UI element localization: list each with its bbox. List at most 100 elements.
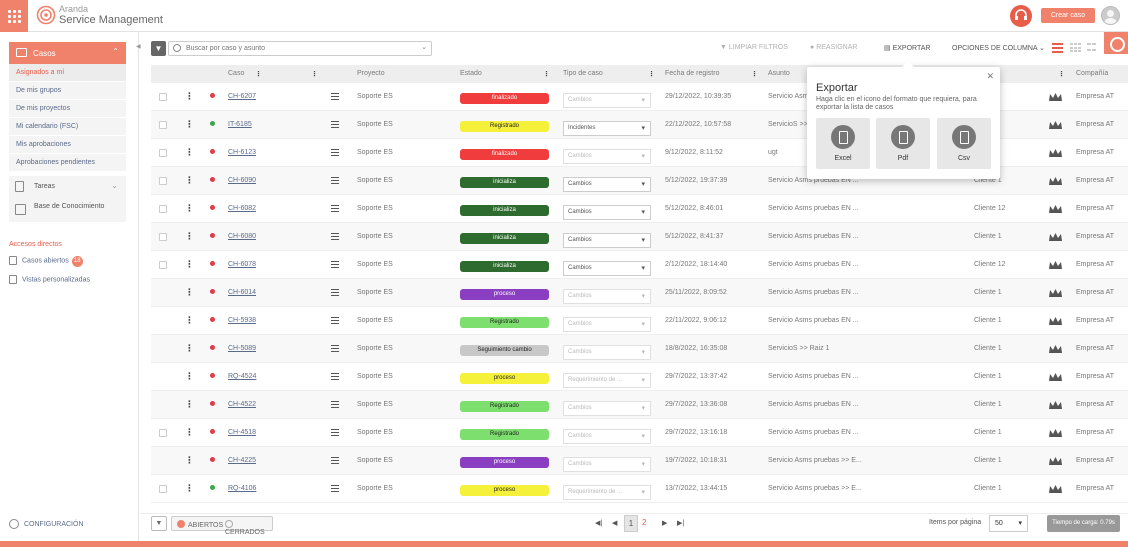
headset-icon[interactable] (1010, 5, 1032, 27)
clear-filters-button[interactable]: ▼ LIMPIAR FILTROS (720, 44, 788, 51)
column-header-proyecto[interactable]: Proyecto (357, 70, 385, 77)
detail-lines-icon[interactable] (331, 317, 339, 325)
case-type-select[interactable]: Cambios (563, 233, 651, 248)
row-menu-icon[interactable]: ⋮ (185, 343, 194, 354)
sidebar-item-base-conocimiento[interactable]: Base de Conocimiento (9, 198, 126, 222)
row-menu-icon[interactable]: ⋮ (185, 203, 194, 214)
export-button[interactable]: ▤ EXPORTAR (884, 44, 930, 52)
row-menu-icon[interactable]: ⋮ (185, 483, 194, 494)
detail-lines-icon[interactable] (331, 93, 339, 101)
case-link[interactable]: RQ-4106 (228, 485, 256, 492)
column-menu-icon[interactable]: ⋮ (255, 70, 262, 78)
sidebar-item-tareas[interactable]: Tareas ⌄ (9, 176, 126, 198)
table-row[interactable]: ⋮ CH-5089 Soporte ES Seguimiento cambio Camb… (151, 335, 1128, 363)
column-menu-icon[interactable]: ⋮ (311, 70, 318, 78)
column-header-estado[interactable]: Estado (460, 70, 482, 77)
row-checkbox[interactable] (159, 205, 167, 213)
case-link[interactable]: CH-6078 (228, 261, 256, 268)
case-link[interactable]: CH-4225 (228, 457, 256, 464)
case-link[interactable]: IT-6185 (228, 121, 252, 128)
chevron-down-icon[interactable]: ⌄ (421, 43, 427, 51)
column-header-caso[interactable]: Caso (228, 70, 244, 77)
column-menu-icon[interactable]: ⋮ (751, 70, 758, 78)
sidebar-item-asignados[interactable]: Asignados a mí (9, 64, 126, 82)
column-options-button[interactable]: OPCIONES DE COLUMNA ⌄ (952, 44, 1045, 52)
row-menu-icon[interactable]: ⋮ (185, 231, 194, 242)
detail-lines-icon[interactable] (331, 177, 339, 185)
row-checkbox[interactable] (159, 121, 167, 129)
filter-button[interactable]: ▼ (151, 41, 166, 56)
column-menu-icon[interactable]: ⋮ (1058, 70, 1065, 78)
search-box[interactable]: ⌄ (168, 41, 432, 56)
footer-filter-button[interactable]: ▼ (151, 516, 167, 531)
shortcut-open-cases[interactable]: Casos abiertos 18 (9, 256, 83, 268)
detail-lines-icon[interactable] (331, 457, 339, 465)
case-link[interactable]: CH-5938 (228, 317, 256, 324)
table-row[interactable]: ⋮ CH-6082 Soporte ES inicializa Cambios 5/12/… (151, 195, 1128, 223)
grid-view-icon[interactable] (1070, 43, 1081, 53)
sidebar-item-proyectos[interactable]: De mis proyectos (9, 100, 126, 118)
detail-lines-icon[interactable] (331, 289, 339, 297)
settings-link[interactable]: CONFIGURACIÓN (9, 519, 84, 529)
row-menu-icon[interactable]: ⋮ (185, 371, 194, 382)
list-view-icon[interactable] (1052, 43, 1063, 53)
case-type-select[interactable]: Cambios (563, 429, 651, 444)
detail-lines-icon[interactable] (331, 233, 339, 241)
column-header-asunto[interactable]: Asunto (768, 70, 790, 77)
next-page-icon[interactable]: ▶ (662, 519, 667, 527)
row-checkbox[interactable] (159, 93, 167, 101)
row-menu-icon[interactable]: ⋮ (185, 259, 194, 270)
case-link[interactable]: CH-6014 (228, 289, 256, 296)
detail-lines-icon[interactable] (331, 429, 339, 437)
reassign-button[interactable]: ● REASIGNAR (810, 44, 857, 51)
row-menu-icon[interactable]: ⋮ (185, 119, 194, 130)
detail-lines-icon[interactable] (331, 121, 339, 129)
row-checkbox[interactable] (159, 149, 167, 157)
table-row[interactable]: ⋮ CH-5938 Soporte ES Registrado Cambios 22/11… (151, 307, 1128, 335)
table-row[interactable]: ⋮ CH-4225 Soporte ES proceso Cambios 19/7/202… (151, 447, 1128, 475)
case-link[interactable]: RQ-4524 (228, 373, 256, 380)
row-menu-icon[interactable]: ⋮ (185, 399, 194, 410)
row-menu-icon[interactable]: ⋮ (185, 147, 194, 158)
user-avatar[interactable] (1101, 6, 1120, 25)
case-type-select[interactable]: Incidentes (563, 121, 651, 136)
sidebar-item-calendario[interactable]: Mi calendario (FSC) (9, 118, 126, 136)
detail-lines-icon[interactable] (331, 261, 339, 269)
sidebar-item-pendientes[interactable]: Aprobaciones pendientes (9, 154, 126, 172)
items-per-page-select[interactable]: 50 (989, 515, 1028, 532)
collapse-sidebar-icon[interactable]: ◀ (136, 43, 141, 50)
row-menu-icon[interactable]: ⋮ (185, 427, 194, 438)
table-row[interactable]: ⋮ CH-6078 Soporte ES inicializa Cambios 2/12/… (151, 251, 1128, 279)
table-row[interactable]: ⋮ CH-4518 Soporte ES Registrado Cambios 29/7/… (151, 419, 1128, 447)
detail-lines-icon[interactable] (331, 149, 339, 157)
sidebar-item-grupos[interactable]: De mis grupos (9, 82, 126, 100)
closed-toggle[interactable]: CERRADOS (225, 520, 272, 536)
case-link[interactable]: CH-6080 (228, 233, 256, 240)
close-icon[interactable]: ✕ (986, 71, 994, 82)
case-link[interactable]: CH-6207 (228, 93, 256, 100)
row-checkbox[interactable] (159, 485, 167, 493)
row-menu-icon[interactable]: ⋮ (185, 91, 194, 102)
row-checkbox[interactable] (159, 233, 167, 241)
case-type-select[interactable]: Cambios (563, 289, 651, 304)
sidebar-item-aprobaciones[interactable]: Mis aprobaciones (9, 136, 126, 154)
detail-lines-icon[interactable] (331, 401, 339, 409)
detail-lines-icon[interactable] (331, 373, 339, 381)
first-page-icon[interactable]: ◀| (595, 519, 602, 527)
row-menu-icon[interactable]: ⋮ (185, 175, 194, 186)
table-row[interactable]: ⋮ CH-4522 Soporte ES Registrado Cambios 29/7/… (151, 391, 1128, 419)
detail-lines-icon[interactable] (331, 485, 339, 493)
table-row[interactable]: ⋮ CH-6014 Soporte ES proceso Cambios 25/11/20… (151, 279, 1128, 307)
case-type-select[interactable]: Cambios (563, 345, 651, 360)
case-type-select[interactable]: Cambios (563, 149, 651, 164)
open-toggle[interactable]: ABIERTOS (177, 520, 223, 529)
case-link[interactable]: CH-4518 (228, 429, 256, 436)
row-checkbox[interactable] (159, 261, 167, 269)
case-link[interactable]: CH-6123 (228, 149, 256, 156)
case-type-select[interactable]: Cambios (563, 177, 651, 192)
sidebar-item-casos[interactable]: Casos ⌃ (9, 42, 126, 64)
status-toggle[interactable]: ABIERTOS CERRADOS (171, 516, 273, 536)
case-link[interactable]: CH-5089 (228, 345, 256, 352)
table-row[interactable]: ⋮ RQ-4106 Soporte ES proceso Requerimiento d… (151, 475, 1128, 503)
table-row[interactable]: ⋮ CH-6080 Soporte ES inicializa Cambios 5/12/… (151, 223, 1128, 251)
